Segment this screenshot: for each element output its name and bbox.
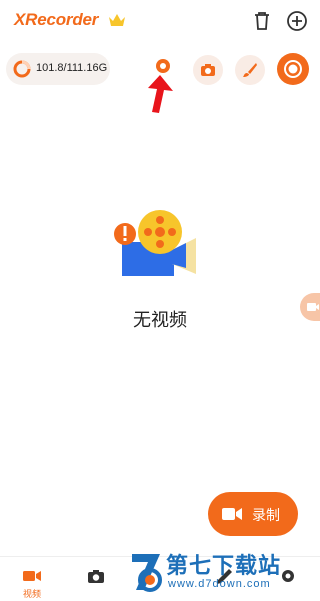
record-button[interactable]: 录制	[208, 492, 298, 536]
watermark-url: www.d7down.com	[168, 578, 271, 590]
camera-icon	[156, 59, 170, 73]
storage-ring-icon	[13, 60, 31, 78]
watermark-logo-icon	[132, 554, 162, 592]
empty-video-illustration	[114, 210, 196, 276]
record-button-label: 录制	[252, 508, 280, 524]
record-icon	[284, 60, 302, 78]
facecam-button[interactable]	[153, 56, 173, 76]
storage-text: 101.8/111.16G	[36, 62, 108, 74]
watermark-text: 第七下载站	[166, 554, 282, 579]
record-start-button[interactable]	[277, 53, 309, 85]
nav-label-videos: 视频	[22, 590, 41, 600]
plus-circle-icon[interactable]	[286, 10, 308, 32]
empty-state-message: 无视频	[133, 310, 187, 331]
arrow-annotation	[148, 75, 173, 113]
video-camera-icon	[222, 508, 242, 520]
storage-indicator[interactable]: 101.8/111.16G	[6, 53, 110, 85]
nav-item-videos[interactable]: 视频	[18, 565, 46, 600]
trash-icon[interactable]	[251, 10, 273, 32]
camera-icon	[88, 570, 104, 583]
screenshot-button[interactable]	[193, 55, 223, 85]
floating-ball[interactable]	[300, 293, 320, 321]
video-icon	[307, 303, 319, 311]
crown-icon[interactable]	[108, 12, 126, 28]
video-icon	[23, 571, 41, 581]
app-title: XRecorder	[14, 10, 99, 29]
watermark: 第七下载站 www.d7down.com	[130, 546, 320, 600]
brush-icon	[243, 63, 257, 77]
brush-button[interactable]	[235, 55, 265, 85]
screenshot-icon	[201, 64, 215, 76]
nav-item-screenshots[interactable]	[82, 565, 110, 599]
